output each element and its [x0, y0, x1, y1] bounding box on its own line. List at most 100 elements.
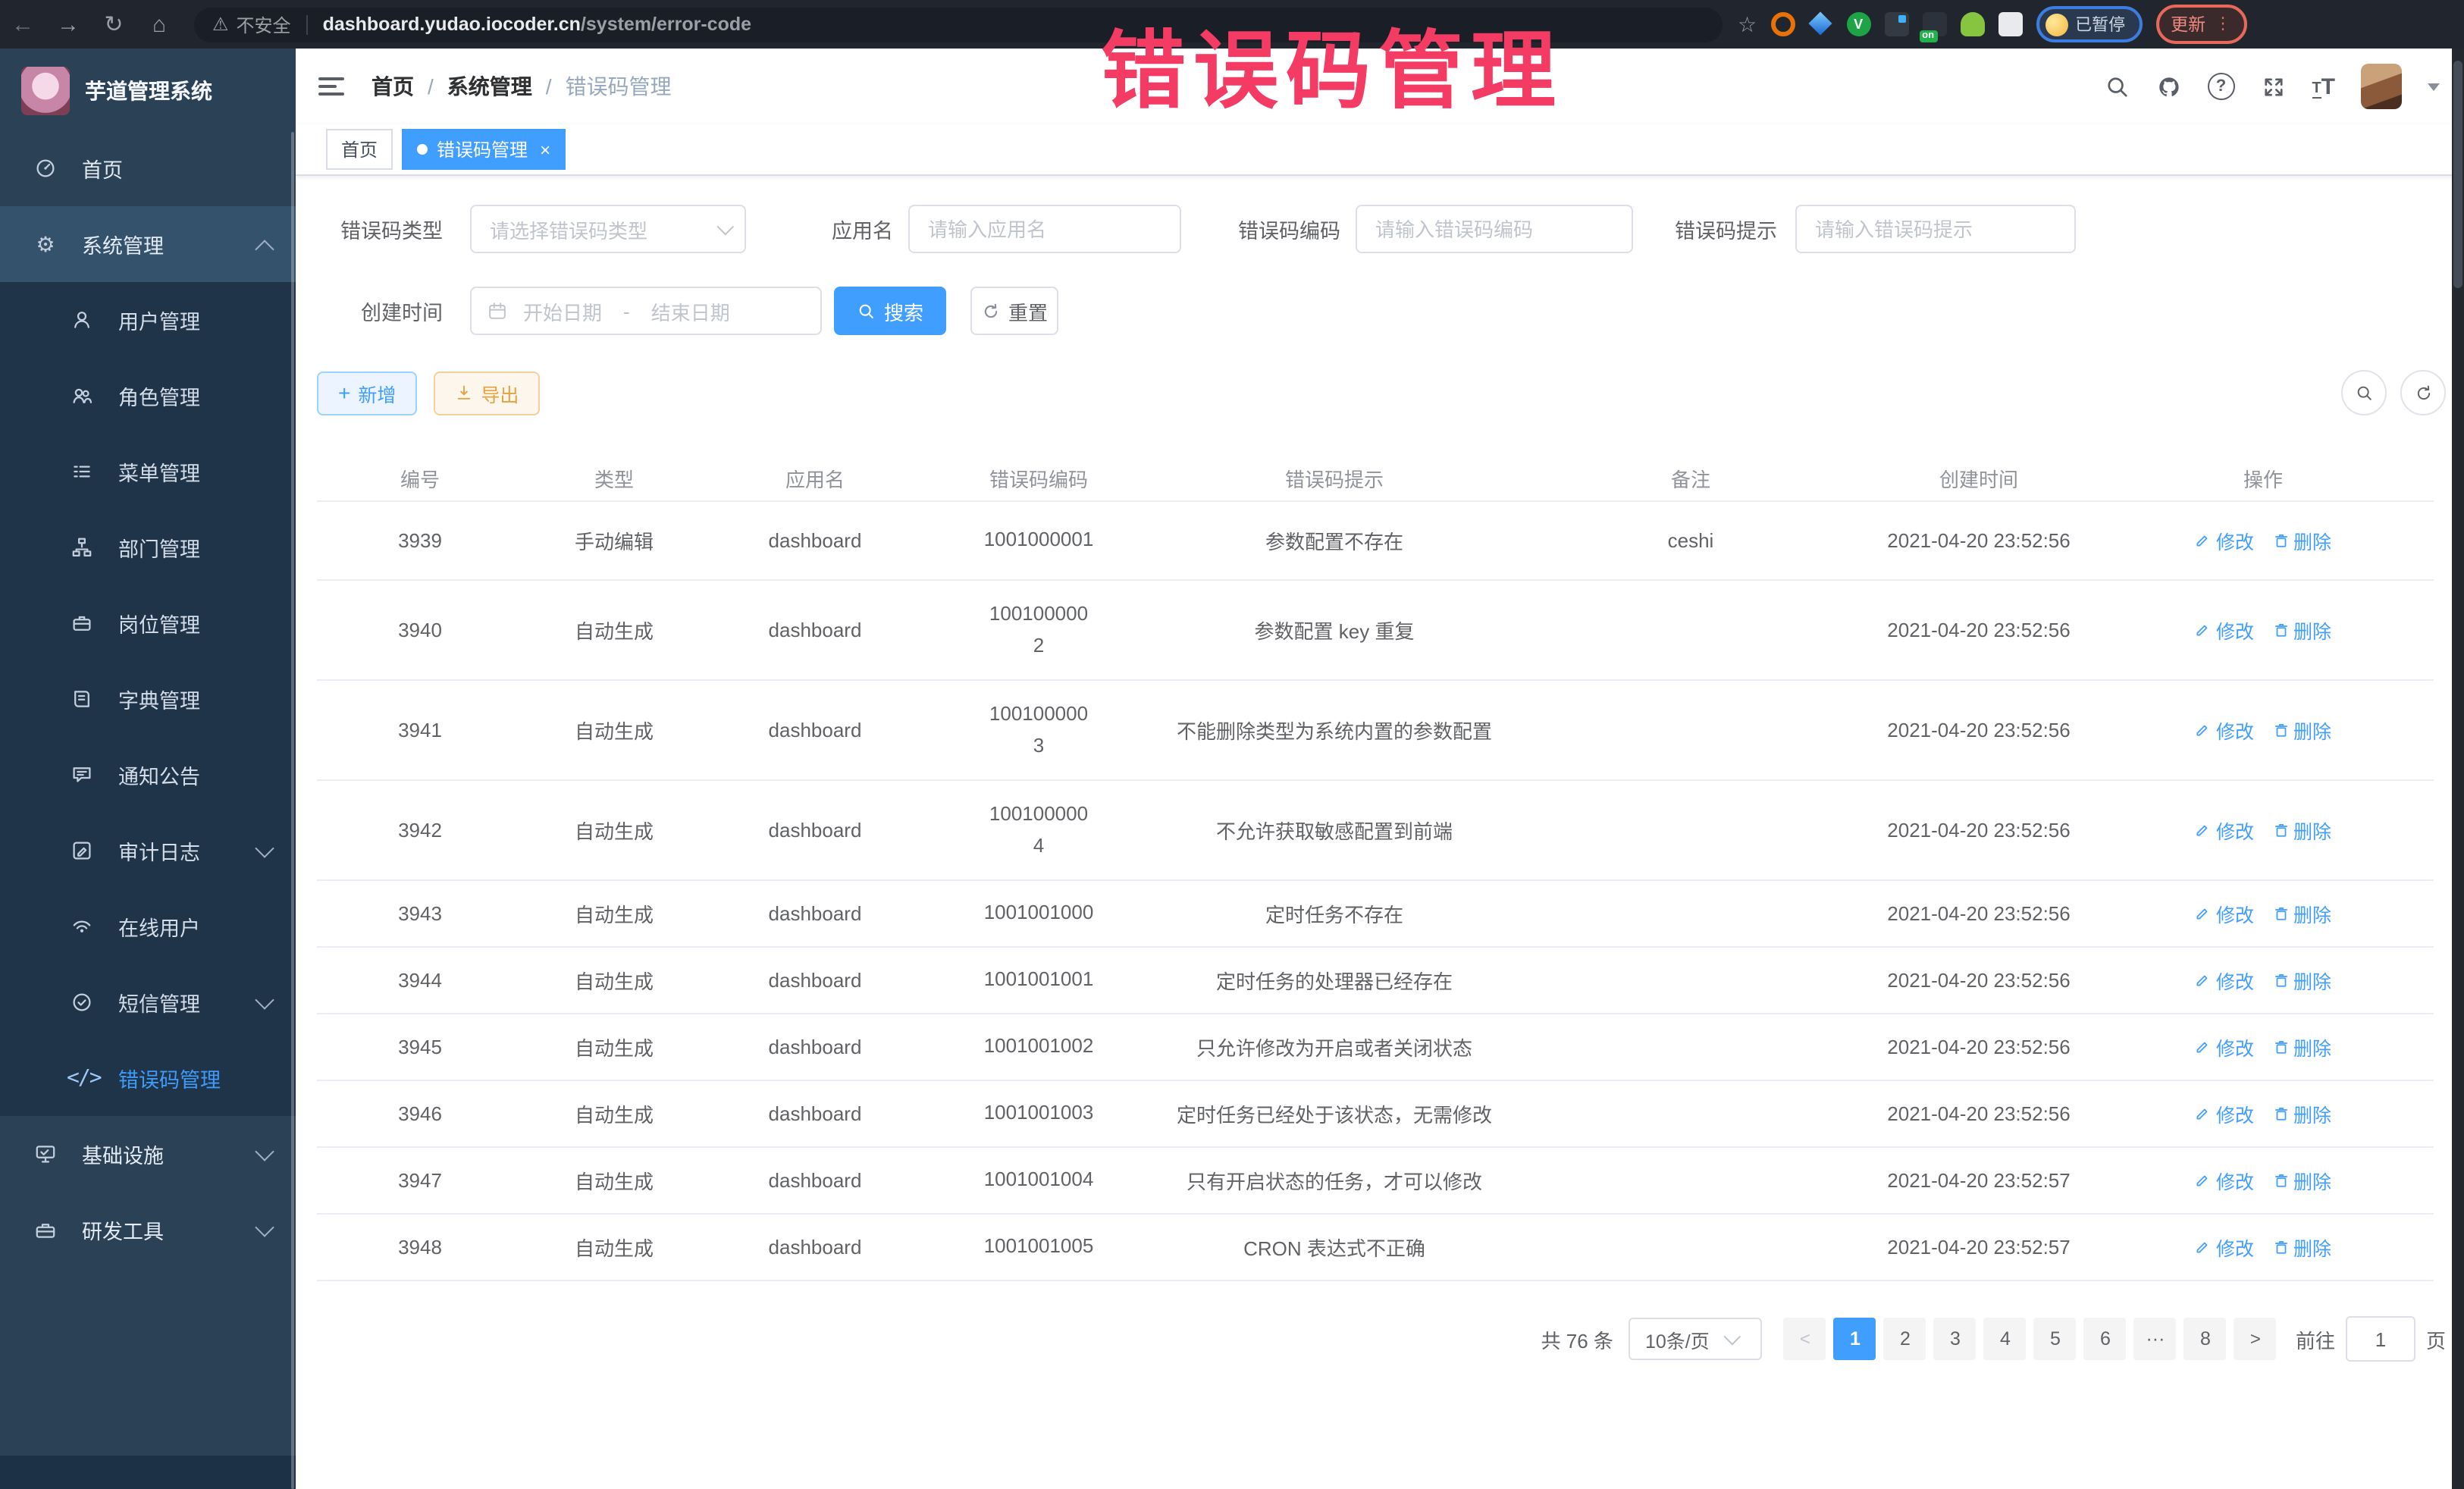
- delete-link[interactable]: 删除: [2272, 899, 2331, 928]
- hamburger-icon[interactable]: [318, 77, 344, 96]
- app-logo[interactable]: 芋道管理系统: [0, 49, 296, 130]
- error-code-input[interactable]: [1357, 206, 1632, 252]
- export-button[interactable]: 导出: [434, 371, 540, 415]
- page-button-3[interactable]: 3: [1934, 1318, 1977, 1360]
- sidebar-item-users[interactable]: 用户管理: [0, 282, 296, 358]
- home-icon[interactable]: ⌂: [136, 11, 182, 37]
- extension-orange-icon[interactable]: [1770, 12, 1795, 36]
- page-button-5[interactable]: 5: [2034, 1318, 2077, 1360]
- page-button-2[interactable]: 2: [1884, 1318, 1926, 1360]
- error-hint-input[interactable]: [1797, 206, 2074, 252]
- url-host[interactable]: dashboard.yudao.iocoder.cn: [323, 14, 581, 35]
- breadcrumb-system[interactable]: 系统管理: [447, 71, 532, 102]
- edit-link[interactable]: 修改: [2195, 1099, 2254, 1128]
- delete-link[interactable]: 删除: [2272, 1233, 2331, 1262]
- sidebar-item-audit-log[interactable]: 审计日志: [0, 813, 296, 889]
- browser-menu-kebab-icon[interactable]: ⋮: [2215, 17, 2231, 32]
- reload-icon[interactable]: ↻: [91, 11, 136, 38]
- create-time-label: 创建时间: [337, 296, 443, 326]
- extension-grid-icon[interactable]: [1884, 12, 1908, 36]
- date-range-picker[interactable]: 开始日期 - 结束日期: [470, 287, 822, 335]
- table-row: 3948自动生成dashboard1001001005CRON 表达式不正确20…: [317, 1214, 2434, 1281]
- sidebar-item-dictionary[interactable]: 字典管理: [0, 661, 296, 737]
- sidebar-item-dev-tools[interactable]: 研发工具: [0, 1192, 296, 1268]
- more-pages-button[interactable]: ···: [2134, 1318, 2177, 1360]
- sidebar-item-menus[interactable]: 菜单管理: [0, 434, 296, 509]
- delete-link[interactable]: 删除: [2272, 616, 2331, 644]
- forward-icon[interactable]: →: [45, 11, 91, 37]
- delete-link[interactable]: 删除: [2272, 1033, 2331, 1061]
- edit-link[interactable]: 修改: [2195, 966, 2254, 995]
- sidebar-item-departments[interactable]: 部门管理: [0, 509, 296, 585]
- add-button[interactable]: + 新增: [317, 371, 417, 415]
- edit-link[interactable]: 修改: [2195, 716, 2254, 744]
- tab-home[interactable]: 首页: [326, 129, 393, 170]
- user-avatar[interactable]: [2361, 64, 2402, 109]
- error-code-table: 编号 类型 应用名 错误码编码 错误码提示 备注 创建时间 操作 3939手动编: [317, 455, 2434, 1281]
- github-icon[interactable]: [2155, 74, 2181, 99]
- sidebar-item-posts[interactable]: 岗位管理: [0, 585, 296, 661]
- sidebar-item-notices[interactable]: 通知公告: [0, 737, 296, 813]
- delete-link[interactable]: 删除: [2272, 526, 2331, 555]
- extension-gem-icon[interactable]: [1808, 12, 1832, 36]
- close-icon[interactable]: ×: [540, 140, 550, 158]
- sidebar-item-home[interactable]: 首页: [0, 130, 296, 206]
- browser-actions: ☆ V on 已暂停 更新 ⋮: [1738, 5, 2246, 44]
- delete-link[interactable]: 删除: [2272, 1166, 2331, 1195]
- sidebar-item-roles[interactable]: 角色管理: [0, 358, 296, 434]
- breadcrumb-home[interactable]: 首页: [371, 71, 414, 102]
- edit-link[interactable]: 修改: [2195, 816, 2254, 845]
- page-button-6[interactable]: 6: [2084, 1318, 2127, 1360]
- extension-green-icon[interactable]: V: [1846, 12, 1870, 36]
- header-search-icon[interactable]: [2104, 74, 2130, 99]
- profile-paused-badge[interactable]: 已暂停: [2036, 6, 2142, 42]
- tab-error-code[interactable]: 错误码管理 ×: [402, 129, 566, 170]
- browser-update-button[interactable]: 更新 ⋮: [2155, 5, 2246, 44]
- search-form-row-2: 创建时间 开始日期 - 结束日期 搜索 重置: [317, 285, 2446, 337]
- not-secure-label[interactable]: 不安全: [237, 11, 291, 37]
- table-header-row: 编号 类型 应用名 错误码编码 错误码提示 备注 创建时间 操作: [317, 455, 2434, 501]
- bookmark-star-icon[interactable]: ☆: [1738, 11, 1757, 37]
- sidebar-item-system[interactable]: ⚙ 系统管理: [0, 206, 296, 282]
- delete-link[interactable]: 删除: [2272, 816, 2331, 845]
- scrollbar-thumb[interactable]: [2453, 61, 2462, 288]
- edit-link[interactable]: 修改: [2195, 616, 2254, 644]
- page-button-4[interactable]: 4: [1984, 1318, 2027, 1360]
- sidebar-item-error-code[interactable]: </> 错误码管理: [0, 1040, 296, 1116]
- extension-on-badge: on: [1919, 30, 1937, 42]
- page-button-8[interactable]: 8: [2184, 1318, 2227, 1360]
- delete-link[interactable]: 删除: [2272, 1099, 2331, 1128]
- window-scrollbar[interactable]: [2452, 49, 2464, 1489]
- show-search-toggle-button[interactable]: [2341, 370, 2387, 415]
- edit-link[interactable]: 修改: [2195, 899, 2254, 928]
- edit-link[interactable]: 修改: [2195, 1033, 2254, 1061]
- page-button-1[interactable]: 1: [1834, 1318, 1876, 1360]
- extension-key-icon[interactable]: [1960, 12, 1984, 36]
- page-size-select[interactable]: 10条/页: [1629, 1318, 1762, 1360]
- prev-page-button[interactable]: <: [1784, 1318, 1826, 1360]
- sidebar-item-infrastructure[interactable]: 基础设施: [0, 1116, 296, 1192]
- delete-link[interactable]: 删除: [2272, 716, 2331, 744]
- sidebar-item-sms[interactable]: 短信管理: [0, 964, 296, 1040]
- edit-link[interactable]: 修改: [2195, 526, 2254, 555]
- reset-button[interactable]: 重置: [970, 287, 1058, 335]
- next-page-button[interactable]: >: [2234, 1318, 2277, 1360]
- help-question-icon[interactable]: ?: [2207, 73, 2234, 100]
- back-icon[interactable]: ←: [0, 11, 45, 37]
- fullscreen-icon[interactable]: [2260, 74, 2286, 99]
- navbar-actions: ? TT: [2104, 64, 2464, 109]
- table-row: 3939手动编辑dashboard1001000001参数配置不存在ceshi2…: [317, 501, 2434, 580]
- font-size-icon[interactable]: TT: [2312, 75, 2335, 98]
- sidebar-item-online-users[interactable]: 在线用户: [0, 889, 296, 964]
- edit-link[interactable]: 修改: [2195, 1233, 2254, 1262]
- extension-list-icon[interactable]: on: [1922, 12, 1946, 36]
- extensions-puzzle-icon[interactable]: [1998, 12, 2022, 36]
- refresh-button[interactable]: [2400, 370, 2446, 415]
- delete-link[interactable]: 删除: [2272, 966, 2331, 995]
- app-name-input[interactable]: [910, 206, 1180, 252]
- search-button[interactable]: 搜索: [834, 287, 946, 335]
- edit-link[interactable]: 修改: [2195, 1166, 2254, 1195]
- goto-page-input[interactable]: [2346, 1316, 2415, 1362]
- error-type-select[interactable]: 请选择错误码类型: [470, 205, 746, 253]
- avatar-caret-down-icon[interactable]: [2428, 83, 2440, 90]
